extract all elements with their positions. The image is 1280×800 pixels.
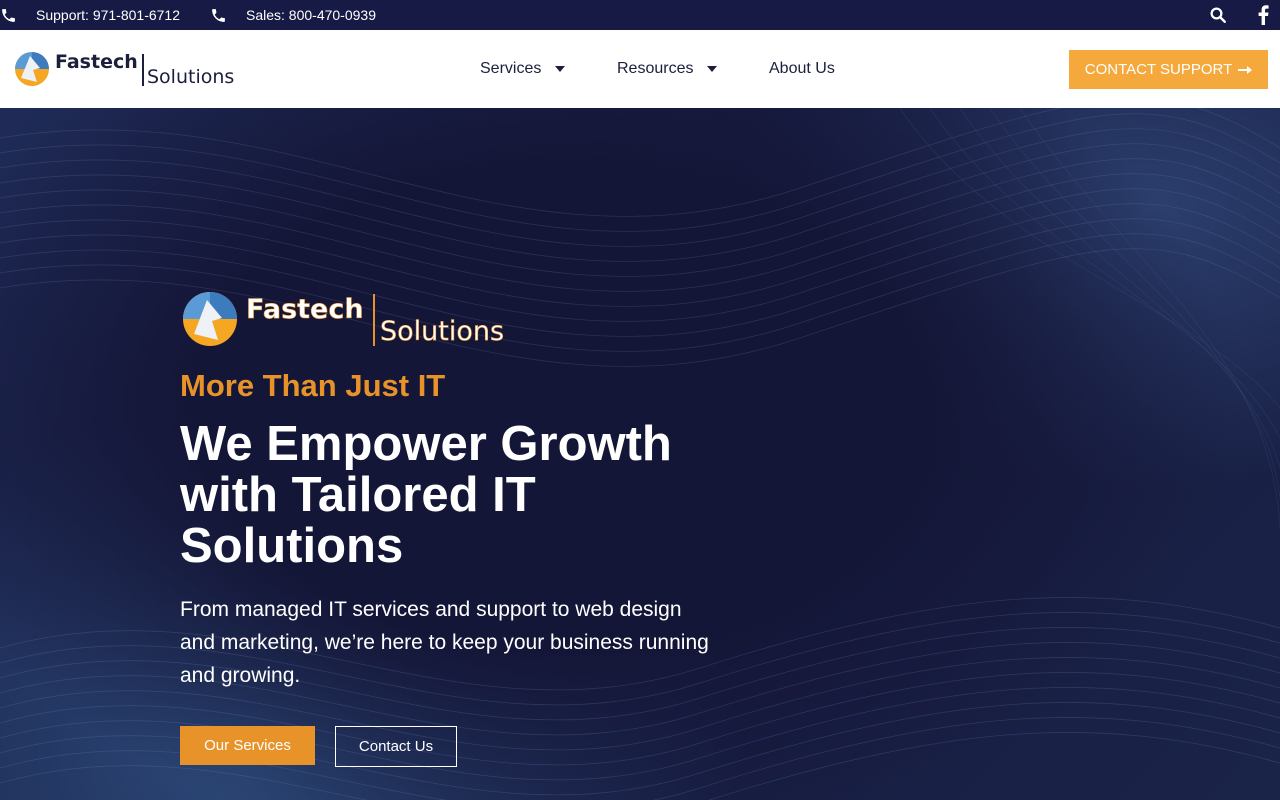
hero-subtext: From managed IT services and support to … [180, 598, 709, 687]
facebook-icon[interactable] [1257, 5, 1269, 25]
support-phone[interactable]: Support: 971-801-6712 [0, 0, 180, 30]
contact-us-button[interactable]: Contact Us [335, 726, 457, 767]
nav-about-label: About Us [769, 60, 835, 77]
nav-resources[interactable]: Resources [617, 30, 718, 108]
contact-support-label: Contact Support [1084, 61, 1233, 78]
svg-text:Solutions: Solutions [380, 316, 504, 347]
main-header: Fastech Solutions Services Resources Abo… [0, 30, 1280, 108]
top-bar: Support: 971-801-6712 Sales: 800-470-093… [0, 0, 1280, 30]
contact-support-button[interactable]: Contact Support [1069, 50, 1268, 89]
sales-phone[interactable]: Sales: 800-470-0939 [210, 0, 376, 30]
sales-phone-label: Sales: 800-470-0939 [246, 7, 376, 23]
our-services-button[interactable]: Our Services [180, 726, 315, 765]
arrow-right-icon [1238, 65, 1253, 74]
svg-text:Fastech: Fastech [55, 51, 138, 73]
hero-tagline: More Than Just IT [180, 368, 446, 403]
phone-icon [212, 8, 225, 22]
fastech-hero-logo: Fastech Solutions [183, 292, 504, 347]
phone-icon [2, 8, 15, 22]
fastech-logo[interactable]: Fastech Solutions [13, 48, 253, 90]
nav-services[interactable]: Services [480, 30, 566, 108]
caret-down-icon [707, 66, 718, 72]
nav-services-label: Services [480, 60, 542, 77]
svg-text:Solutions: Solutions [147, 66, 234, 88]
support-phone-label: Support: 971-801-6712 [36, 7, 180, 23]
svg-text:Fastech: Fastech [246, 294, 364, 325]
caret-down-icon [555, 66, 566, 72]
hero-section: Fastech Solutions More Than Just IT We E… [0, 108, 1280, 800]
hero-headline: We Empower Growth with Tailored IT Solut… [180, 417, 672, 573]
nav-about-us[interactable]: About Us [769, 30, 835, 108]
nav-resources-label: Resources [617, 60, 694, 77]
search-icon[interactable] [1209, 6, 1227, 24]
